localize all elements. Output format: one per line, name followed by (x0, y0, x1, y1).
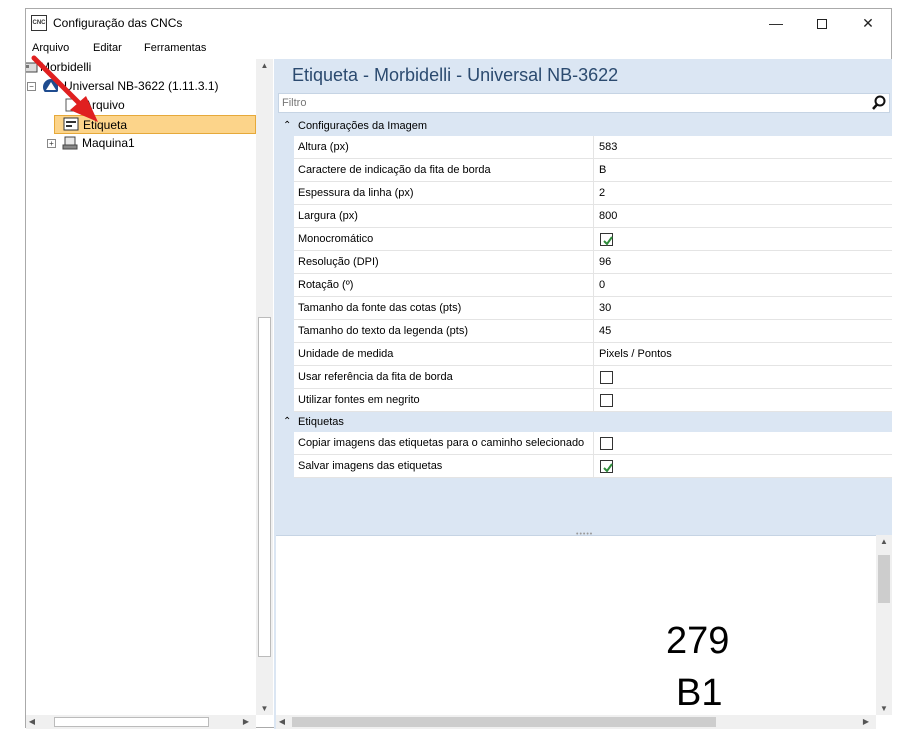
property-checkbox[interactable] (600, 460, 613, 473)
properties-panel: Etiqueta - Morbidelli - Universal NB-362… (276, 59, 892, 729)
property-row[interactable]: Resolução (DPI) 96 (294, 251, 892, 274)
scroll-left-icon[interactable]: ◀ (276, 717, 288, 726)
property-value[interactable]: 30 (599, 297, 611, 320)
filter-input[interactable]: Filtro (278, 93, 890, 113)
chevron-up-icon[interactable]: ⌃ (283, 116, 291, 136)
property-row[interactable]: Unidade de medida Pixels / Pontos (294, 343, 892, 366)
property-checkbox[interactable] (600, 394, 613, 407)
filter-placeholder: Filtro (282, 97, 307, 109)
close-button[interactable]: ✕ (845, 9, 891, 37)
property-value[interactable]: 96 (599, 251, 611, 274)
property-row[interactable]: Utilizar fontes em negrito (294, 389, 892, 412)
scroll-down-icon[interactable]: ▼ (876, 704, 892, 713)
menu-ferramentas[interactable]: Ferramentas (144, 42, 206, 54)
tree-horizontal-scrollbar[interactable]: ◀ ▶ (26, 715, 256, 729)
property-value[interactable]: 0 (599, 274, 605, 297)
property-row[interactable]: Rotação (º) 0 (294, 274, 892, 297)
main-window: CNC Configuração das CNCs — ✕ Arquivo Ed… (25, 8, 892, 729)
property-value[interactable]: 583 (599, 136, 617, 159)
maximize-button[interactable] (799, 9, 845, 37)
property-row[interactable]: Tamanho da fonte das cotas (pts) 30 (294, 297, 892, 320)
property-row[interactable]: Salvar imagens das etiquetas (294, 455, 892, 478)
property-name: Altura (px) (298, 136, 594, 159)
property-name: Utilizar fontes em negrito (298, 389, 594, 412)
category-label: Configurações da Imagem (298, 120, 428, 132)
title-bar[interactable]: CNC Configuração das CNCs — ✕ (26, 9, 891, 37)
tree-vertical-scrollbar[interactable]: ▲ ▼ (256, 59, 273, 715)
preview-dimension-text: 279 (666, 620, 730, 662)
maximize-icon (817, 19, 827, 30)
property-name: Tamanho do texto da legenda (pts) (298, 320, 594, 343)
scroll-left-icon[interactable]: ◀ (26, 717, 38, 726)
scrollbar-thumb[interactable] (878, 555, 890, 603)
expand-icon[interactable]: + (47, 139, 56, 148)
minimize-button[interactable]: — (753, 9, 799, 37)
property-row[interactable]: Copiar imagens das etiquetas para o cami… (294, 432, 892, 455)
scroll-down-icon[interactable]: ▼ (256, 704, 273, 713)
property-value[interactable]: B (599, 159, 606, 182)
config-tree: Morbidelli − Universal NB-3622 (1.11.3.1… (26, 59, 274, 715)
page-title: Etiqueta - Morbidelli - Universal NB-362… (292, 65, 619, 85)
property-checkbox[interactable] (600, 233, 613, 246)
annotation-arrow-icon (31, 55, 98, 122)
preview-horizontal-scrollbar[interactable]: ◀ ▶ (276, 715, 876, 729)
scroll-right-icon[interactable]: ▶ (240, 717, 252, 726)
property-name: Usar referência da fita de borda (298, 366, 594, 389)
property-checkbox[interactable] (600, 371, 613, 384)
property-row[interactable]: Espessura da linha (px) 2 (294, 182, 892, 205)
property-row[interactable]: Largura (px) 800 (294, 205, 892, 228)
property-value[interactable]: Pixels / Pontos (599, 343, 672, 366)
property-name: Espessura da linha (px) (298, 182, 594, 205)
property-value[interactable]: 2 (599, 182, 605, 205)
property-row[interactable]: Altura (px) 583 (294, 136, 892, 159)
scrollbar-thumb[interactable] (292, 717, 716, 727)
property-name: Tamanho da fonte das cotas (pts) (298, 297, 594, 320)
property-row[interactable]: Usar referência da fita de borda (294, 366, 892, 389)
scroll-up-icon[interactable]: ▲ (876, 537, 892, 546)
menu-bar: Arquivo Editar Ferramentas (26, 39, 891, 59)
property-row[interactable]: Monocromático (294, 228, 892, 251)
property-name: Caractere de indicação da fita de borda (298, 159, 594, 182)
property-name: Monocromático (298, 228, 594, 251)
property-row[interactable]: Caractere de indicação da fita de borda B (294, 159, 892, 182)
preview-edge-code-text: B1 (676, 672, 723, 714)
property-name: Largura (px) (298, 205, 594, 228)
label-preview: 279 B1 (276, 535, 892, 729)
property-value[interactable]: 45 (599, 320, 611, 343)
property-checkbox[interactable] (600, 437, 613, 450)
chevron-up-icon[interactable]: ⌃ (283, 412, 291, 432)
scrollbar-thumb[interactable] (258, 317, 271, 657)
preview-vertical-scrollbar[interactable]: ▲ ▼ (876, 535, 892, 715)
category-label: Etiquetas (298, 416, 344, 428)
property-value[interactable]: 800 (599, 205, 617, 228)
property-name: Copiar imagens das etiquetas para o cami… (298, 432, 594, 455)
property-grid: ⌃ Configurações da Imagem Altura (px) 583 Ca… (278, 116, 892, 478)
property-row[interactable]: Tamanho do texto da legenda (pts) 45 (294, 320, 892, 343)
property-name: Unidade de medida (298, 343, 594, 366)
property-name: Salvar imagens das etiquetas (298, 455, 594, 478)
scroll-up-icon[interactable]: ▲ (256, 61, 273, 70)
scroll-right-icon[interactable]: ▶ (860, 717, 872, 726)
category-header[interactable]: ⌃ Configurações da Imagem (278, 116, 892, 136)
category-header[interactable]: ⌃ Etiquetas (278, 412, 892, 432)
scrollbar-thumb[interactable] (54, 717, 209, 727)
property-name: Resolução (DPI) (298, 251, 594, 274)
search-icon[interactable] (871, 95, 887, 111)
property-name: Rotação (º) (298, 274, 594, 297)
